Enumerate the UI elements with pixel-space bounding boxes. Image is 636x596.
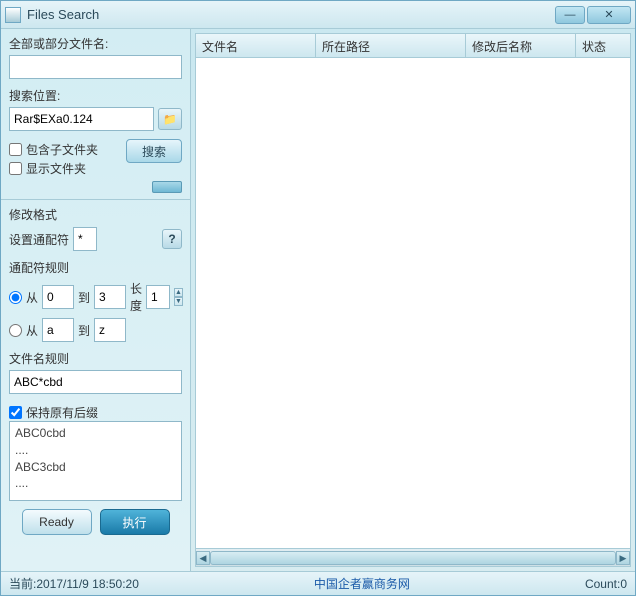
length-spinner[interactable]: ▲▼: [174, 288, 183, 306]
status-time: 当前:2017/11/9 18:50:20: [9, 575, 139, 592]
filename-input[interactable]: [9, 55, 182, 79]
execute-button[interactable]: 执行: [100, 509, 170, 535]
show-folder-checkbox[interactable]: [9, 162, 22, 175]
wildcard-set-label: 设置通配符: [9, 231, 69, 248]
app-icon: [5, 7, 21, 23]
col-path[interactable]: 所在路径: [316, 34, 466, 57]
include-sub-checkbox[interactable]: [9, 143, 22, 156]
browse-folder-icon[interactable]: 📁: [158, 108, 182, 130]
col-newname[interactable]: 修改后名称: [466, 34, 576, 57]
preview-box: ABC0cbd .... ABC3cbd ....: [9, 421, 182, 501]
char-from-input[interactable]: [42, 318, 74, 342]
collapse-toggle-icon[interactable]: [152, 181, 182, 193]
keep-ext-checkbox[interactable]: [9, 406, 22, 419]
length-label: 长度: [130, 280, 142, 314]
wildcard-input[interactable]: [73, 227, 97, 251]
search-button[interactable]: 搜索: [126, 139, 182, 163]
keep-ext-label: 保持原有后缀: [26, 404, 98, 421]
ready-button[interactable]: Ready: [22, 509, 92, 535]
status-site-link[interactable]: 中国企者赢商务网: [139, 575, 585, 592]
table-header: 文件名 所在路径 修改后名称 状态: [196, 34, 630, 58]
char-to-input[interactable]: [94, 318, 126, 342]
name-rule-input[interactable]: [9, 370, 182, 394]
num-to-input[interactable]: [94, 285, 126, 309]
num-from-input[interactable]: [42, 285, 74, 309]
include-sub-label: 包含子文件夹: [26, 141, 98, 158]
wildcard-rule-label: 通配符规则: [9, 259, 182, 276]
to-label-2: 到: [78, 322, 90, 339]
h-scrollbar[interactable]: ◀ ▶: [196, 548, 630, 566]
show-folder-label: 显示文件夹: [26, 160, 86, 177]
to-label-1: 到: [78, 289, 90, 306]
filename-label: 全部或部分文件名:: [9, 35, 182, 52]
location-label: 搜索位置:: [9, 87, 182, 104]
format-label: 修改格式: [9, 206, 182, 223]
from-label-2: 从: [26, 322, 38, 339]
minimize-button[interactable]: —: [555, 6, 585, 24]
scroll-thumb[interactable]: [210, 551, 616, 565]
location-input[interactable]: [9, 107, 154, 131]
col-filename[interactable]: 文件名: [196, 34, 316, 57]
num-len-input[interactable]: [146, 285, 170, 309]
help-icon[interactable]: ?: [162, 229, 182, 249]
close-button[interactable]: ✕: [587, 6, 631, 24]
col-status[interactable]: 状态: [576, 34, 630, 57]
table-body: [196, 58, 630, 548]
scroll-left-icon[interactable]: ◀: [196, 551, 210, 565]
from-label-1: 从: [26, 289, 38, 306]
char-rule-radio[interactable]: [9, 324, 22, 337]
name-rule-label: 文件名规则: [9, 350, 182, 367]
window-title: Files Search: [27, 7, 555, 22]
status-count: Count:0: [585, 577, 627, 591]
scroll-right-icon[interactable]: ▶: [616, 551, 630, 565]
numeric-rule-radio[interactable]: [9, 291, 22, 304]
